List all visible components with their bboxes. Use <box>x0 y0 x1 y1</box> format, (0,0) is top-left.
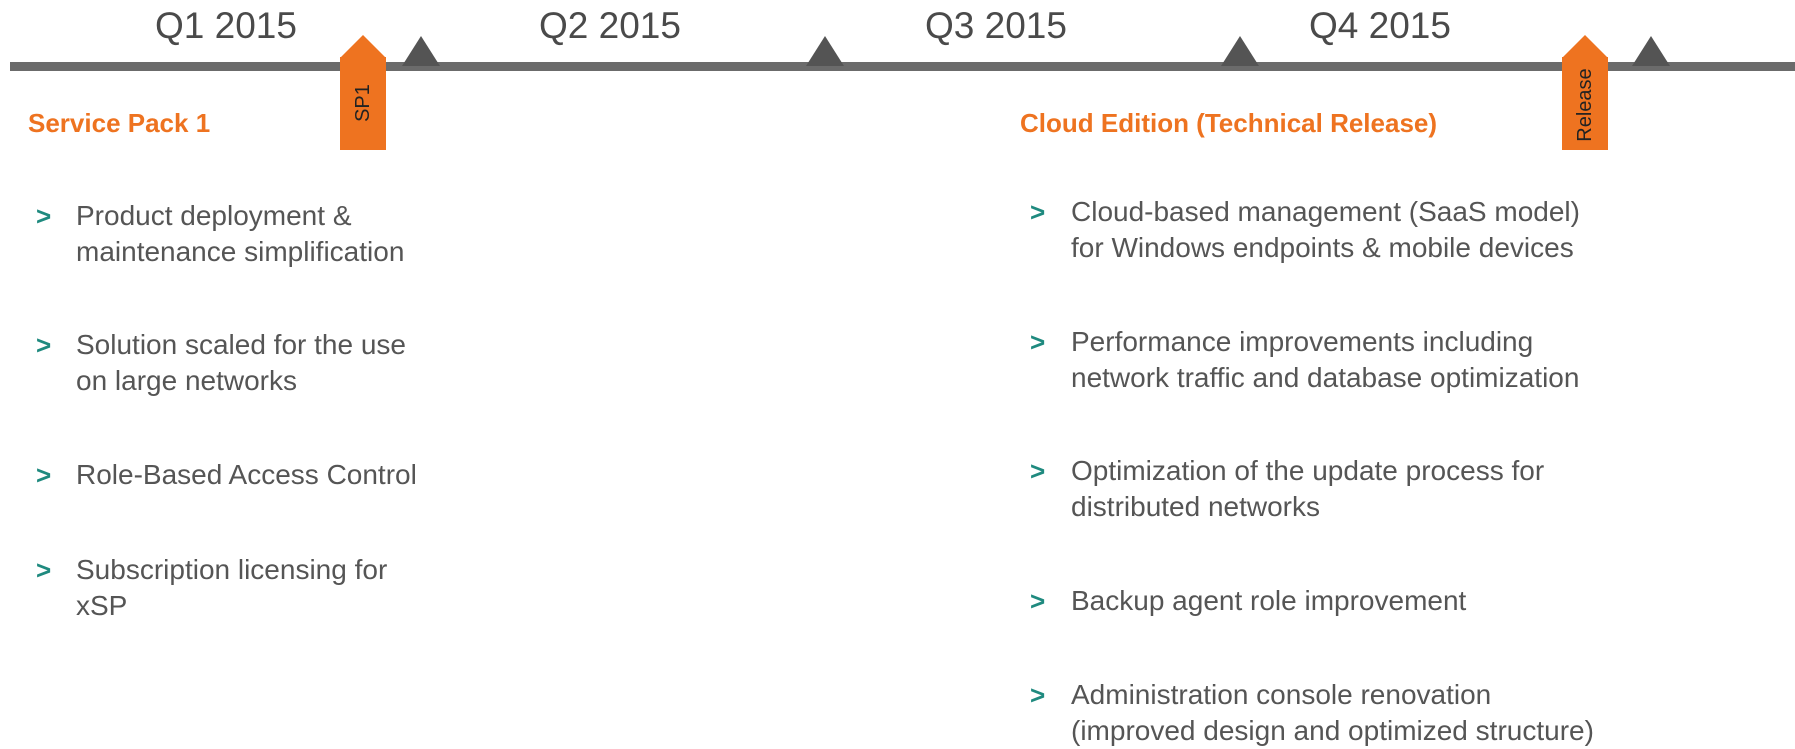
list-item-text: Subscription licensing for xSP <box>76 554 388 621</box>
list-item-text: Cloud-based management (SaaS model) for … <box>1071 196 1580 263</box>
chevron-right-icon: > <box>1030 680 1046 710</box>
chevron-right-icon: > <box>36 201 52 231</box>
sp1-marker-label: SP1 <box>352 84 374 122</box>
list-item-text: Optimization of the update process for d… <box>1071 455 1545 522</box>
chevron-right-icon: > <box>1030 197 1046 227</box>
section-title: Cloud Edition (Technical Release) <box>1020 108 1438 138</box>
quarter-label-q1: Q1 2015 <box>155 5 297 46</box>
section-title: Service Pack 1 <box>28 108 211 138</box>
quarter-label-q3: Q3 2015 <box>925 5 1067 46</box>
chevron-right-icon: > <box>1030 456 1046 486</box>
timeline-axis <box>10 62 1795 71</box>
chevron-right-icon: > <box>36 555 52 585</box>
list-item-text: Role-Based Access Control <box>76 459 417 490</box>
list-item-text: Administration console renovation (impro… <box>1071 679 1594 746</box>
quarter-tick-icon <box>1632 36 1670 66</box>
chevron-right-icon: > <box>1030 327 1046 357</box>
marker-arrow-icon <box>340 35 386 58</box>
list-item-text: Solution scaled for the use on large net… <box>76 329 406 396</box>
chevron-right-icon: > <box>36 460 52 490</box>
chevron-right-icon: > <box>1030 586 1046 616</box>
quarter-label-q2: Q2 2015 <box>539 5 681 46</box>
list-item-text: Product deployment & maintenance simplif… <box>76 200 405 267</box>
quarter-label-q4: Q4 2015 <box>1309 5 1451 46</box>
list-item-text: Backup agent role improvement <box>1071 585 1467 616</box>
release-marker-label: Release <box>1574 68 1596 142</box>
chevron-right-icon: > <box>36 330 52 360</box>
quarter-tick-icon <box>1221 36 1259 66</box>
quarter-tick-icon <box>402 36 440 66</box>
marker-arrow-icon <box>1562 35 1608 58</box>
list-item-text: Performance improvements including netwo… <box>1071 326 1580 393</box>
quarter-tick-icon <box>806 36 844 66</box>
